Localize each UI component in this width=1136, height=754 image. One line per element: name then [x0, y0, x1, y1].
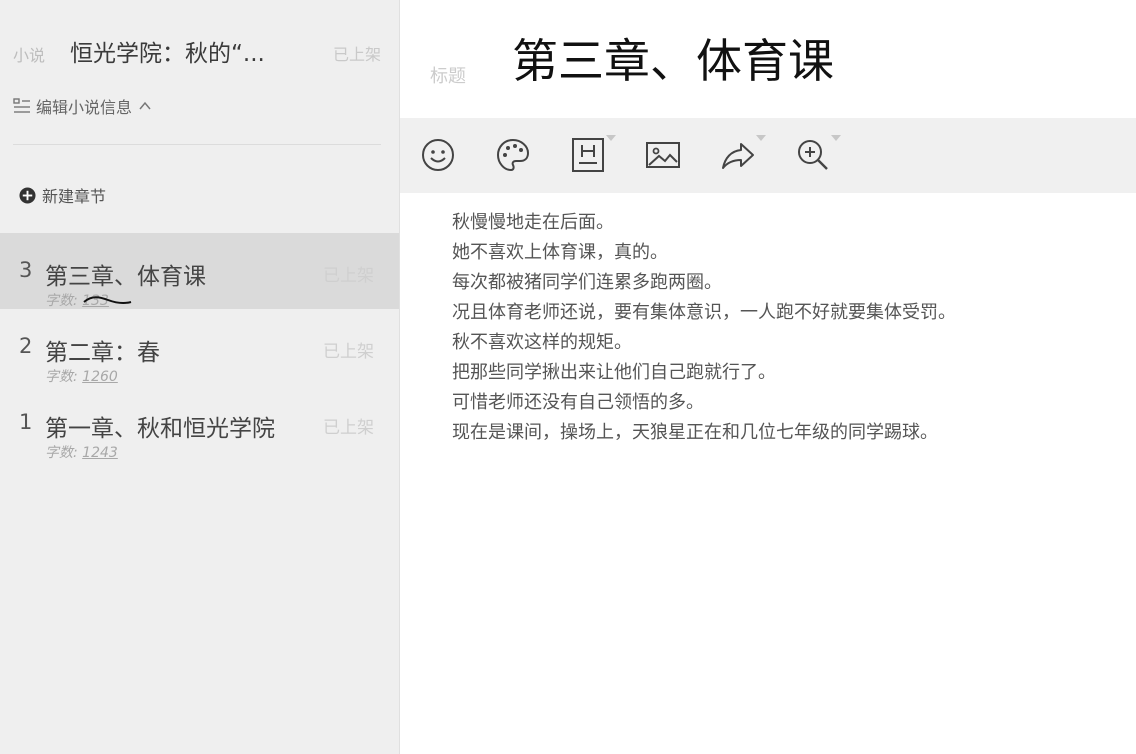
chapter-title: 第一章、秋和恒光学院: [45, 416, 275, 442]
edit-novel-info-label: 编辑小说信息: [36, 98, 133, 117]
image-icon: [646, 142, 680, 168]
novel-tag: 小说: [13, 46, 46, 65]
chapter-item-2[interactable]: 2 第二章：春 已上架 字数: 1260: [0, 309, 399, 385]
content-paragraph: 每次都被猪同学们连累多跑两圈。: [452, 272, 722, 293]
edit-novel-info-button[interactable]: 编辑小说信息: [13, 94, 152, 118]
heading-button[interactable]: [564, 131, 616, 179]
content-paragraph: 秋不喜欢这样的规矩。: [452, 332, 632, 353]
novel-status: 已上架: [332, 45, 381, 64]
content-paragraph: 可惜老师还没有自己领悟的多。: [452, 392, 704, 413]
new-chapter-button[interactable]: 新建章节: [19, 183, 106, 207]
wordcount-prefix: 字数:: [45, 293, 83, 309]
plus-circle-icon: [19, 186, 36, 204]
chapter-wordcount: 字数: 1260: [45, 366, 118, 386]
dropdown-caret-icon: [756, 135, 766, 141]
sidebar-divider: [13, 144, 381, 145]
chevron-up-icon: [139, 101, 151, 110]
chapter-number: 2: [19, 334, 33, 358]
chapter-number: 1: [19, 410, 33, 434]
ink-squiggle-mark: [83, 296, 132, 305]
chapter-title-input[interactable]: [512, 28, 1112, 88]
content-paragraph: 现在是课间，操场上，天狼星正在和几位七年级的同学踢球。: [452, 422, 938, 443]
new-chapter-label: 新建章节: [42, 187, 107, 206]
chapter-item-1[interactable]: 1 第一章、秋和恒光学院 已上架 字数: 1243: [0, 385, 399, 461]
chapter-wordcount: 字数: 1243: [45, 442, 118, 462]
title-label: 标题: [430, 66, 466, 87]
dropdown-caret-icon: [606, 135, 616, 141]
content-paragraph: 她不喜欢上体育课，真的。: [452, 242, 668, 263]
chapter-title: 第二章：春: [45, 340, 160, 366]
list-icon: [13, 98, 30, 113]
content-paragraph: 况且体育老师还说，要有集体意识，一人跑不好就要集体受罚。: [452, 302, 956, 323]
chapter-number: 3: [19, 258, 33, 282]
chapter-title: 第三章、体育课: [45, 264, 206, 290]
chapter-item-3[interactable]: 3 第三章、体育课 已上架 字数: 133: [0, 233, 399, 309]
zoom-button[interactable]: [789, 131, 841, 179]
image-button[interactable]: [639, 131, 687, 179]
share-icon: [722, 143, 754, 169]
emoji-button[interactable]: [414, 131, 462, 179]
chapter-status: 已上架: [323, 266, 374, 286]
color-button[interactable]: [489, 131, 537, 179]
palette-icon: [496, 138, 530, 172]
chapter-status: 已上架: [323, 418, 374, 438]
wordcount-value: 1243: [82, 445, 118, 461]
emoji-icon: [422, 139, 454, 171]
wordcount-prefix: 字数:: [45, 445, 83, 461]
zoom-in-icon: [798, 140, 828, 170]
novel-header: 小说 恒光学院：秋的“... 已上架: [13, 34, 381, 68]
sidebar: 小说 恒光学院：秋的“... 已上架 编辑小说信息 新建章节 3 第三章、体育课…: [0, 0, 400, 754]
editor-toolbar: [400, 118, 1136, 193]
novel-title[interactable]: 恒光学院：秋的“...: [70, 34, 310, 68]
editor-pane: 标题 第三章、体育课 秋慢慢地走在后面。 她不喜欢上体育课，真的。 每次都被猪同…: [400, 0, 1136, 754]
wordcount-value: 1260: [82, 369, 118, 385]
chapter-list: 3 第三章、体育课 已上架 字数: 133 2 第二章：春 已上架 字数: 12…: [0, 233, 399, 461]
chapter-status: 已上架: [323, 342, 374, 362]
dropdown-caret-icon: [831, 135, 841, 141]
content-paragraph: 把那些同学揪出来让他们自己跑就行了。: [452, 362, 776, 383]
content-paragraph: 秋慢慢地走在后面。: [452, 212, 614, 233]
chapter-content[interactable]: 秋慢慢地走在后面。 她不喜欢上体育课，真的。 每次都被猪同学们连累多跑两圈。 况…: [452, 208, 1112, 448]
wordcount-prefix: 字数:: [45, 369, 83, 385]
share-button[interactable]: [714, 131, 766, 179]
heading-icon: [572, 138, 604, 172]
